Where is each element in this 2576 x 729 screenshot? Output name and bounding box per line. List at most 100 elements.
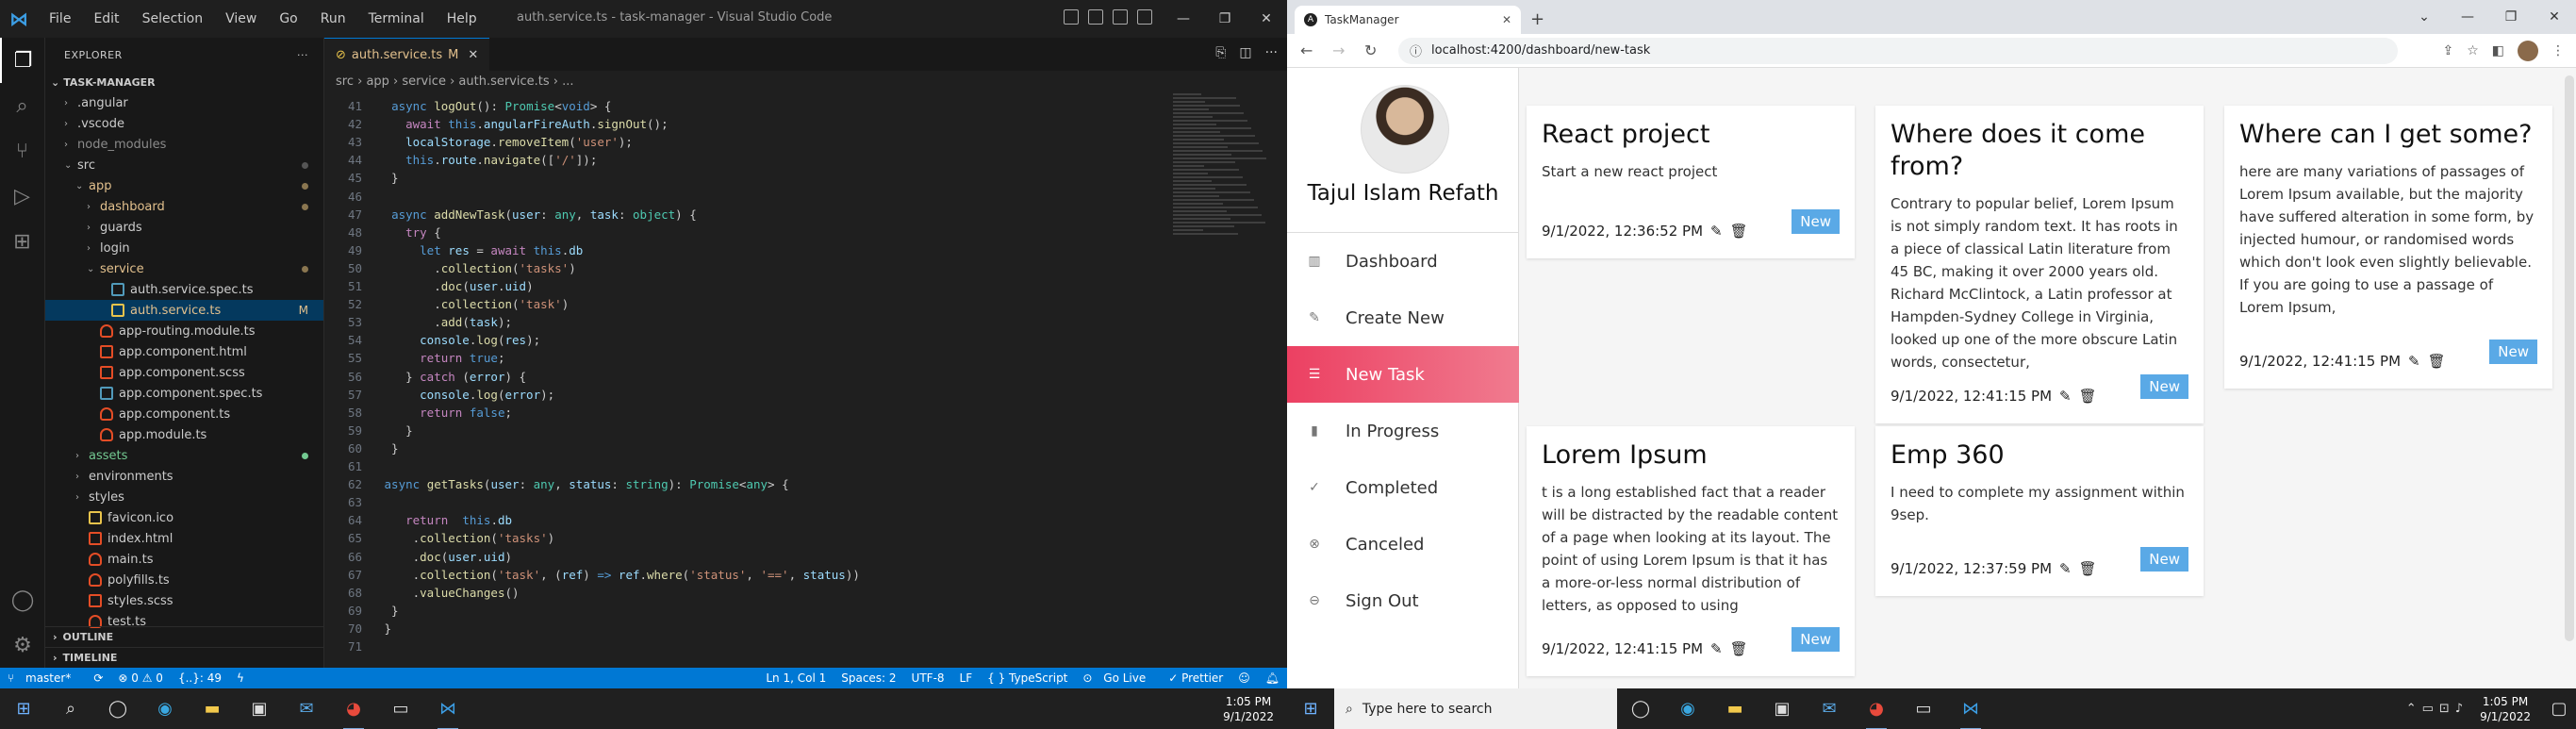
layout-controls[interactable] — [1064, 9, 1152, 25]
tab-auth-service[interactable]: ⊘ auth.service.ts M ✕ — [324, 38, 490, 71]
close-button[interactable]: ✕ — [2533, 9, 2576, 25]
code-line[interactable]: } — [377, 604, 399, 618]
taskbar-clock[interactable]: 1:05 PM 9/1/2022 — [2480, 694, 2531, 724]
task-view-icon[interactable]: ◯ — [94, 699, 141, 719]
code-line[interactable]: .collection('tasks') — [377, 261, 576, 275]
edit-icon[interactable]: ✎ — [1710, 223, 1723, 240]
tree-item[interactable]: › assets — [45, 445, 323, 466]
indentation-status[interactable]: Spaces: 2 — [841, 671, 896, 685]
edit-icon[interactable]: ✎ — [1710, 640, 1723, 657]
code-editor[interactable]: 41 async logOut(): Promise<void> {42 awa… — [324, 91, 1164, 657]
code-line[interactable]: } — [377, 171, 399, 185]
tree-item[interactable]: app.component.ts — [45, 404, 323, 424]
notifications-bell-icon[interactable]: 🔔︎ — [1265, 671, 1280, 685]
new-tab-icon[interactable]: + — [1530, 9, 1544, 29]
notification-center-icon[interactable]: ▢ — [2542, 699, 2576, 719]
breadcrumb[interactable]: src › app › service › auth.service.ts › … — [324, 71, 1287, 91]
code-line[interactable]: .add(task); — [377, 315, 512, 329]
site-info-icon[interactable]: ⓘ — [1410, 41, 1422, 59]
search-icon[interactable]: ⌕ — [47, 699, 94, 719]
browser-tab[interactable]: A TaskManager ✕ — [1295, 6, 1521, 34]
taskbar-search[interactable]: ⌕ Type here to search — [1334, 688, 1617, 729]
status-badge[interactable]: New — [2140, 547, 2188, 572]
tree-item[interactable]: app.component.spec.ts — [45, 383, 323, 404]
menu-view[interactable]: View — [225, 11, 256, 26]
code-line[interactable]: .doc(user.uid) — [377, 279, 533, 293]
split-editor-icon[interactable]: ◫ — [1239, 45, 1251, 60]
search-icon[interactable]: ⌕ — [0, 83, 44, 128]
nav-dashboard[interactable]: ▥ Dashboard — [1287, 233, 1519, 290]
status-badge[interactable]: New — [2489, 340, 2537, 364]
menu-go[interactable]: Go — [279, 11, 297, 26]
status-badge[interactable]: New — [1792, 209, 1840, 234]
edit-icon[interactable]: ✎ — [2059, 560, 2072, 577]
settings-gear-icon[interactable]: ⚙ — [0, 622, 45, 668]
menu-edit[interactable]: Edit — [93, 11, 119, 26]
code-line[interactable]: async logOut(): Promise<void> { — [377, 99, 611, 113]
tab-search-icon[interactable]: ⌄ — [2403, 9, 2446, 25]
mail-icon[interactable]: ✉ — [283, 699, 330, 719]
minimize-button[interactable]: — — [2446, 9, 2489, 25]
taskbar-clock[interactable]: 1:05 PM 9/1/2022 — [1223, 694, 1274, 724]
project-header[interactable]: ⌄ TASK-MANAGER — [45, 72, 323, 92]
more-actions-icon[interactable]: ··· — [297, 49, 308, 61]
menu-file[interactable]: File — [49, 11, 71, 26]
toggle-secondary-icon[interactable] — [1113, 9, 1128, 25]
menu-run[interactable]: Run — [321, 11, 346, 26]
customize-layout-icon[interactable] — [1137, 9, 1152, 25]
tree-item[interactable]: › styles — [45, 487, 323, 507]
sync-icon[interactable]: ⟳ — [93, 671, 103, 685]
edge-icon[interactable]: ◉ — [1664, 699, 1711, 719]
address-bar[interactable]: ⓘ localhost:4200/dashboard/new-task — [1398, 37, 2398, 64]
code-line[interactable]: async addNewTask(user: any, task: object… — [377, 207, 697, 222]
source-control-icon[interactable]: ⑂ — [0, 128, 44, 174]
menu-selection[interactable]: Selection — [142, 11, 204, 26]
code-line[interactable]: this.route.navigate(['/']); — [377, 153, 597, 167]
minimap[interactable] — [1173, 91, 1277, 280]
go-live-button[interactable]: ⊙ Go Live — [1082, 671, 1153, 685]
nav-create-new[interactable]: ✎ Create New — [1287, 290, 1519, 346]
reload-icon[interactable]: ↻ — [1364, 41, 1383, 59]
code-line[interactable]: } — [377, 441, 399, 456]
mail-icon[interactable]: ✉ — [1806, 699, 1853, 719]
edit-icon[interactable]: ✎ — [2059, 388, 2072, 405]
nav-canceled[interactable]: ⊗ Canceled — [1287, 516, 1519, 572]
edit-icon[interactable]: ✎ — [2408, 353, 2420, 370]
nav-new-task[interactable]: ☰ New Task — [1287, 346, 1519, 403]
branch-status[interactable]: ⑂ master* — [8, 671, 78, 685]
tree-item[interactable]: app.component.html — [45, 341, 323, 362]
chrome-menu-icon[interactable]: ⋮ — [2551, 43, 2565, 58]
tab-close-icon[interactable]: ✕ — [468, 48, 478, 62]
page-scrollbar[interactable] — [2565, 75, 2574, 641]
terminal-icon[interactable]: ▭ — [1900, 699, 1947, 719]
tree-item[interactable]: auth.service.spec.ts — [45, 279, 323, 300]
code-line[interactable]: .doc(user.uid) — [377, 550, 512, 564]
tree-item[interactable]: app.module.ts — [45, 424, 323, 445]
tree-item[interactable]: polyfills.ts — [45, 570, 323, 590]
bookmark-star-icon[interactable]: ☆ — [2467, 43, 2479, 58]
restore-button[interactable]: ❐ — [1204, 11, 1246, 26]
status-badge[interactable]: New — [1792, 627, 1840, 652]
task-view-icon[interactable]: ◯ — [1617, 699, 1664, 719]
run-debug-icon[interactable]: ▷ — [0, 174, 44, 219]
feedback-icon[interactable]: ☺ — [1238, 671, 1250, 685]
extension-status[interactable]: {..}: 49 — [178, 671, 222, 685]
chrome-taskbar-icon[interactable]: ◕ — [330, 699, 377, 729]
tree-item[interactable]: app-routing.module.ts — [45, 321, 323, 341]
delete-icon[interactable]: 🗑︎ — [2079, 388, 2097, 405]
code-line[interactable]: localStorage.removeItem('user'); — [377, 135, 633, 149]
minimize-button[interactable]: — — [1163, 11, 1204, 26]
code-line[interactable]: .valueChanges() — [377, 586, 520, 600]
file-explorer-icon[interactable]: ▬ — [1711, 699, 1759, 719]
tree-item[interactable]: styles.scss — [45, 590, 323, 611]
windows-start-icon[interactable]: ⊞ — [1287, 699, 1334, 719]
close-button[interactable]: ✕ — [1246, 11, 1287, 26]
tree-item[interactable]: main.ts — [45, 549, 323, 570]
nav-completed[interactable]: ✓ Completed — [1287, 459, 1519, 516]
tree-item[interactable]: › guards — [45, 217, 323, 238]
tab-close-icon[interactable]: ✕ — [1502, 13, 1511, 26]
tree-item[interactable]: ⌄ app — [45, 175, 323, 196]
share-icon[interactable]: ⇪ — [2442, 43, 2453, 58]
code-line[interactable]: async getTasks(user: any, status: string… — [377, 477, 789, 491]
tree-item[interactable]: ⌄ src — [45, 155, 323, 175]
